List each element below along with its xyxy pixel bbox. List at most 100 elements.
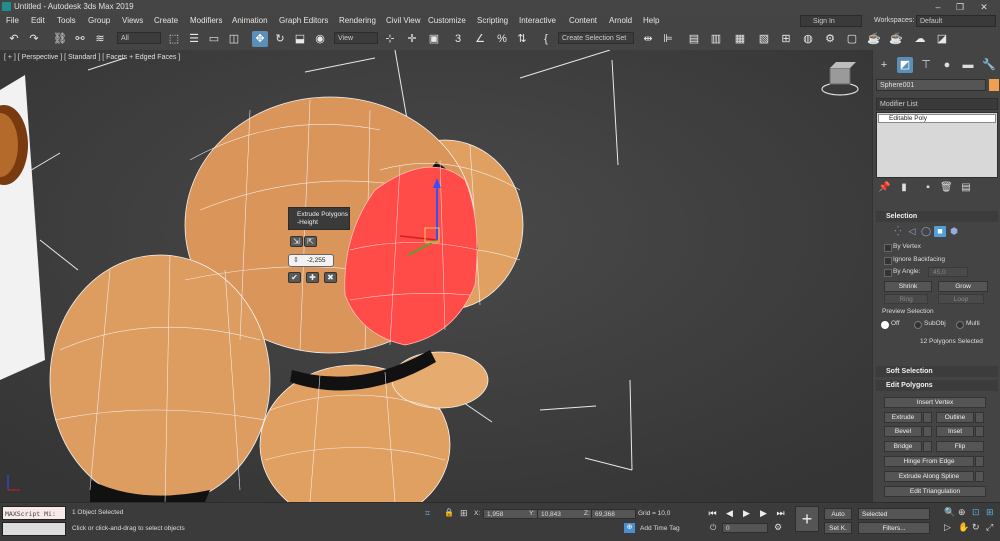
percent-snap-icon[interactable]: % <box>494 31 510 47</box>
set-key-button[interactable]: Set K. <box>824 522 852 534</box>
render-iterative-icon[interactable]: ☕ <box>888 31 904 47</box>
zoom-extents-icon[interactable]: ⊡ <box>972 506 984 518</box>
curve-editor-icon[interactable]: ▧ <box>756 31 772 47</box>
by-vertex-checkbox[interactable] <box>884 244 892 252</box>
menu-interactive[interactable]: Interactive <box>519 16 556 25</box>
show-end-result-icon[interactable]: ▮ <box>898 182 910 194</box>
go-to-end-icon[interactable]: ⏭ <box>774 507 787 520</box>
auto-key-button[interactable]: Auto <box>824 508 852 520</box>
spinner-snap-icon[interactable]: ⇅ <box>514 31 530 47</box>
maximize-viewport-icon[interactable]: ⤢ <box>986 521 998 533</box>
place-icon[interactable]: ◉ <box>312 31 328 47</box>
caddy-cancel-icon[interactable]: ✖ <box>324 272 337 283</box>
menu-rendering[interactable]: Rendering <box>339 16 376 25</box>
by-angle-checkbox[interactable] <box>884 269 892 277</box>
menu-group[interactable]: Group <box>88 16 110 25</box>
extrude-settings-button[interactable] <box>923 412 932 423</box>
bind-space-warp-icon[interactable]: ≋ <box>92 31 108 47</box>
field-of-view-icon[interactable]: ▷ <box>944 521 956 533</box>
isolate-selection-icon[interactable]: ⌗ <box>425 508 435 518</box>
flip-button[interactable]: Flip <box>936 441 984 452</box>
redo-icon[interactable]: ↷ <box>26 31 42 47</box>
motion-tab-icon[interactable]: ● <box>939 57 955 73</box>
zoom-icon[interactable]: 🔍 <box>944 506 956 518</box>
menu-animation[interactable]: Animation <box>232 16 268 25</box>
caddy-apply-icon[interactable]: ✚ <box>306 272 319 283</box>
loop-button[interactable]: Loop <box>938 294 984 304</box>
create-tab-icon[interactable]: + <box>876 57 892 73</box>
shrink-button[interactable]: Shrink <box>884 281 932 292</box>
edit-polygons-rollout-header[interactable]: Edit Polygons <box>876 380 998 391</box>
pan-icon[interactable]: ✋ <box>958 521 970 533</box>
key-filter-dropdown[interactable]: Selected <box>858 508 930 520</box>
inset-settings-button[interactable] <box>975 426 984 437</box>
window-crossing-icon[interactable]: ◫ <box>226 31 242 47</box>
bridge-button[interactable]: Bridge <box>884 441 922 452</box>
absolute-mode-icon[interactable]: ⊞ <box>460 508 470 518</box>
inset-button[interactable]: Inset <box>936 426 974 437</box>
rendered-frame-icon[interactable]: ▢ <box>844 31 860 47</box>
preview-multi-radio[interactable] <box>956 321 964 329</box>
menu-edit[interactable]: Edit <box>31 16 45 25</box>
go-to-start-icon[interactable]: ⏮ <box>706 507 719 520</box>
maximize-button[interactable]: ❐ <box>950 1 970 13</box>
edit-named-selection-icon[interactable]: { <box>538 31 554 47</box>
scale-icon[interactable]: ⬓ <box>292 31 308 47</box>
ribbon-icon[interactable]: ▦ <box>732 31 748 47</box>
reference-coord-dropdown[interactable]: View <box>334 32 378 44</box>
extrude-along-spline-button[interactable]: Extrude Along Spline <box>884 471 974 482</box>
menu-file[interactable]: File <box>6 16 19 25</box>
perspective-viewport[interactable] <box>0 50 872 502</box>
menu-create[interactable]: Create <box>154 16 178 25</box>
pivot-center-icon[interactable]: ⊹ <box>382 31 398 47</box>
select-manipulate-icon[interactable]: ✛ <box>404 31 420 47</box>
pin-stack-icon[interactable]: 📌 <box>878 182 890 194</box>
zoom-all-icon[interactable]: ⊕ <box>958 506 970 518</box>
current-frame-field[interactable]: 0 <box>722 523 768 533</box>
object-name-field[interactable]: Sphere001 <box>876 79 986 91</box>
key-mode-icon[interactable]: ⏻ <box>710 523 718 533</box>
close-button[interactable]: ✕ <box>974 1 994 13</box>
caddy-extrude-type-icon[interactable]: ⇲ <box>290 236 303 247</box>
key-filters-button[interactable]: Filters... <box>858 522 930 534</box>
preview-subobj-radio[interactable] <box>914 321 922 329</box>
polygon-mode-icon[interactable]: ■ <box>934 226 946 237</box>
z-coordinate-field[interactable]: 69,368 <box>591 509 636 519</box>
angle-snap-icon[interactable]: ∠ <box>472 31 488 47</box>
layer-explorer-icon[interactable]: ▥ <box>708 31 724 47</box>
hinge-settings-button[interactable] <box>975 456 984 467</box>
display-tab-icon[interactable]: ▬ <box>960 57 976 73</box>
modifier-list-dropdown[interactable]: Modifier List <box>876 98 998 110</box>
menu-tools[interactable]: Tools <box>57 16 76 25</box>
workspace-dropdown[interactable]: Default <box>916 15 996 27</box>
undo-icon[interactable]: ↶ <box>6 31 22 47</box>
edit-triangulation-button[interactable]: Edit Triangulation <box>884 486 986 497</box>
a360-gallery-icon[interactable]: ◪ <box>934 31 950 47</box>
select-by-name-icon[interactable]: ☰ <box>186 31 202 47</box>
unlink-icon[interactable]: ⚯ <box>72 31 88 47</box>
remove-modifier-icon[interactable]: 🗑 <box>940 182 953 194</box>
next-frame-icon[interactable]: ▶ <box>757 507 770 520</box>
selection-rollout-header[interactable]: Selection <box>876 211 998 222</box>
caddy-spinner-icon[interactable]: ⇕ <box>293 256 299 264</box>
menu-customize[interactable]: Customize <box>428 16 466 25</box>
maxscript-output[interactable] <box>2 522 66 536</box>
outline-button[interactable]: Outline <box>936 412 974 423</box>
border-mode-icon[interactable]: ◯ <box>920 226 932 237</box>
outline-settings-button[interactable] <box>975 412 984 423</box>
named-selection-dropdown[interactable]: Create Selection Set <box>558 32 634 44</box>
minimize-button[interactable]: – <box>928 1 948 13</box>
modify-tab-icon[interactable]: ◩ <box>897 57 913 73</box>
selection-lock-icon[interactable]: 🔒 <box>444 508 454 518</box>
insert-vertex-button[interactable]: Insert Vertex <box>884 397 986 408</box>
menu-arnold[interactable]: Arnold <box>609 16 632 25</box>
bridge-settings-button[interactable] <box>923 441 932 452</box>
rotate-icon[interactable]: ↻ <box>272 31 288 47</box>
play-icon[interactable]: ▶ <box>740 507 753 520</box>
align-icon[interactable]: ⊫ <box>660 31 676 47</box>
sign-in-dropdown[interactable]: Sign In <box>800 15 862 27</box>
utilities-tab-icon[interactable]: 🔧 <box>981 57 997 73</box>
time-tag-icon[interactable]: ⊕ <box>624 523 635 533</box>
edge-mode-icon[interactable]: ◁ <box>906 226 918 237</box>
zoom-extents-all-icon[interactable]: ⊞ <box>986 506 998 518</box>
